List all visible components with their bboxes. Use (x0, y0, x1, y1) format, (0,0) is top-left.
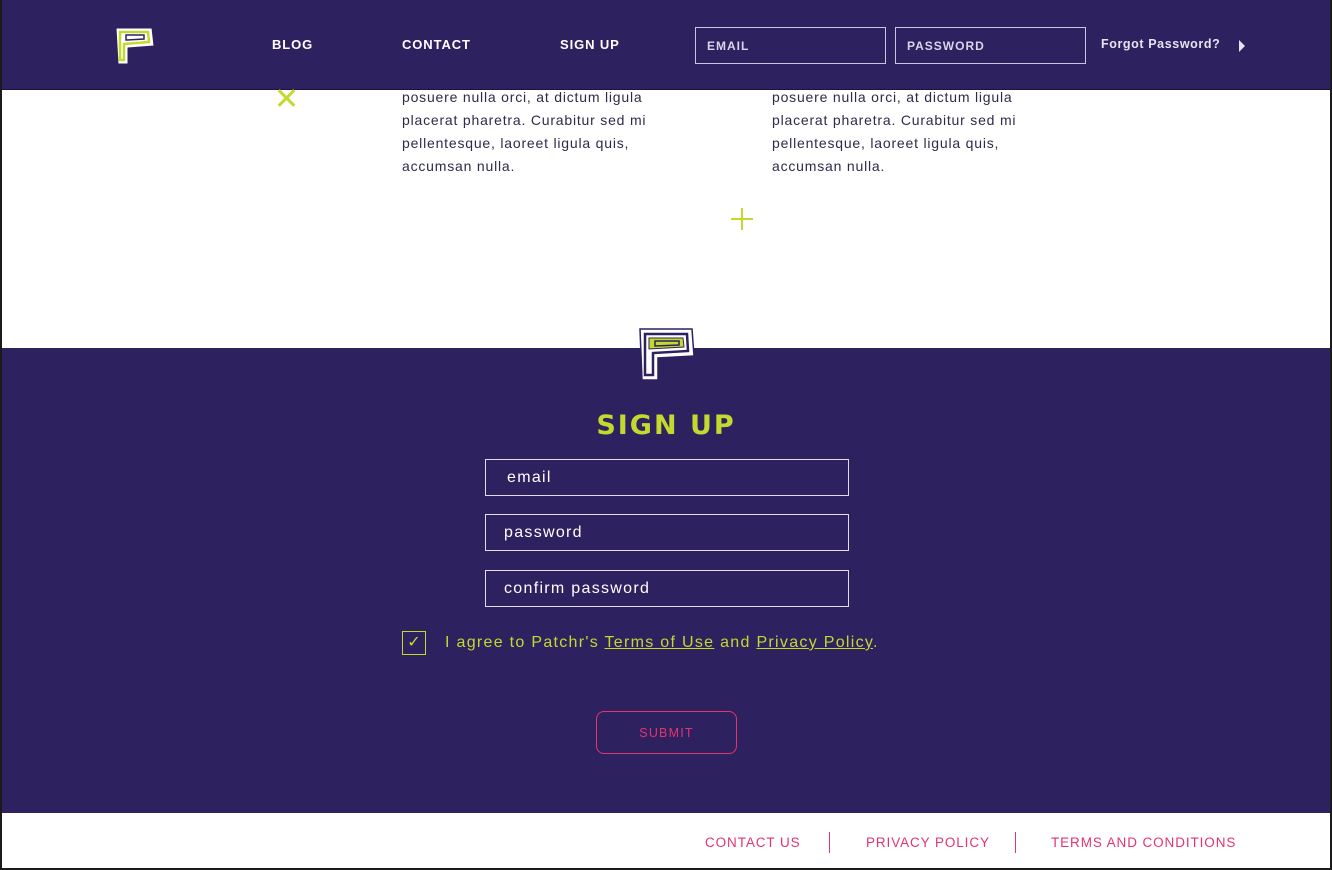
signup-section: SIGN UP ✓ I agree to Patchr's Terms of U… (0, 328, 1332, 813)
feature-text-right: posuere nulla orci, at dictum ligula pla… (772, 89, 1017, 174)
x-mark-icon (276, 88, 296, 108)
agree-checkbox[interactable]: ✓ (402, 631, 426, 655)
patchr-logo-icon[interactable] (112, 24, 158, 68)
agree-label: I agree to Patchr's Terms of Use and Pri… (445, 634, 879, 652)
caret-right-icon[interactable] (1239, 40, 1245, 52)
plus-mark-icon (731, 208, 753, 230)
privacy-policy-link[interactable]: Privacy Policy (756, 634, 873, 651)
checkmark-icon: ✓ (407, 634, 421, 651)
submit-button[interactable]: SUBMIT (596, 711, 737, 754)
window-border (0, 0, 2, 870)
footer-privacy-policy-link[interactable]: PRIVACY POLICY (866, 835, 990, 850)
features-section: posuere nulla orci, at dictum ligula pla… (0, 88, 1332, 348)
footer-contact-us-link[interactable]: CONTACT US (705, 835, 801, 850)
login-email-input[interactable] (695, 27, 886, 64)
nav-blog-link[interactable]: BLOG (272, 37, 313, 52)
signup-password-input[interactable] (485, 514, 849, 551)
footer-divider (829, 832, 830, 853)
footer-terms-link[interactable]: TERMS AND CONDITIONS (1051, 835, 1236, 850)
footer: CONTACT US PRIVACY POLICY TERMS AND COND… (0, 813, 1332, 870)
agree-middle: and (714, 634, 757, 651)
feature-text-left: posuere nulla orci, at dictum ligula pla… (402, 89, 647, 174)
nav-contact-link[interactable]: CONTACT (402, 37, 471, 52)
signup-email-input[interactable] (485, 459, 849, 496)
terms-of-use-link[interactable]: Terms of Use (605, 634, 715, 651)
signup-confirm-password-input[interactable] (485, 570, 849, 607)
footer-divider (1015, 832, 1016, 853)
agree-suffix: . (873, 634, 879, 651)
agree-prefix: I agree to Patchr's (445, 634, 605, 651)
nav-signup-link[interactable]: SIGN UP (560, 37, 620, 52)
forgot-password-link[interactable]: Forgot Password? (1101, 37, 1220, 51)
login-password-input[interactable] (895, 27, 1086, 64)
signup-title: SIGN UP (596, 410, 736, 441)
patchr-logo-icon (639, 328, 695, 381)
top-navigation: BLOG CONTACT SIGN UP Forgot Password? (0, 0, 1332, 90)
